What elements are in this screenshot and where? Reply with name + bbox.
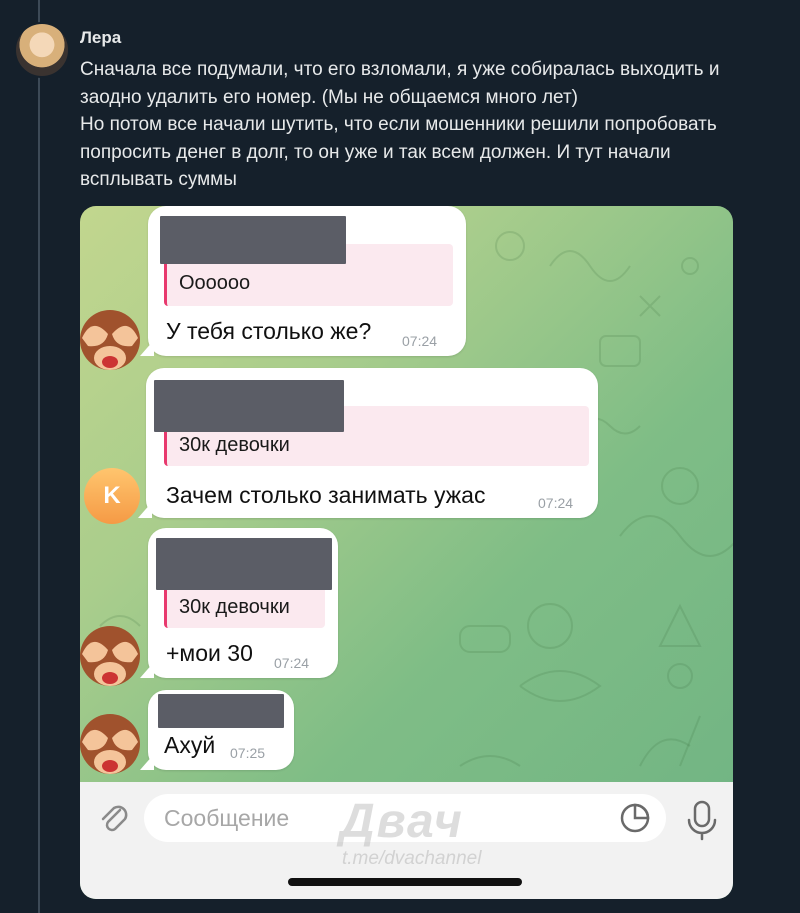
redacted-name [158,694,284,728]
author-avatar[interactable] [14,22,70,78]
redacted-name [156,538,332,590]
monkey-see-no-evil-avatar[interactable] [80,618,146,690]
message-text: +мои 30 [166,640,253,666]
monkey-see-no-evil-avatar[interactable] [80,302,146,374]
message-bubble[interactable]: Оооооо У тебя столько же? 07:24 [140,206,466,356]
author-name[interactable]: Лера [80,28,121,48]
microphone-icon[interactable] [684,798,720,842]
sticker-icon[interactable] [618,801,652,835]
redacted-name [160,216,346,264]
chat-screenshot: Оооооо У тебя столько же? 07:24 30к дево… [80,206,733,899]
message-placeholder: Сообщение [164,805,290,831]
post-line: всплывать суммы [80,169,237,190]
redacted-name [154,380,344,432]
post-line: Но потом все начали шутить, что если мош… [80,114,717,135]
message-time: 07:24 [402,333,438,349]
post-line: попросить денег в долг, то он уже и так … [80,141,671,163]
post-text: Сначала все подумали, что его взломали, … [80,56,780,194]
message-time: 07:24 [538,495,574,511]
home-indicator [288,878,522,886]
message-input-bar: Сообщение Двач t.me/dvachannel [80,782,733,899]
message-text: Зачем столько занимать ужас [166,482,486,508]
quote-text: 30к девочки [179,596,290,618]
watermark: Двач [340,795,464,848]
monkey-see-no-evil-avatar[interactable] [80,706,146,778]
message-bubble[interactable]: 30к девочки +мои 30 07:24 [140,528,338,678]
message-bubble[interactable]: Ахуй 07:25 [140,690,294,770]
message-text: У тебя столько же? [166,318,372,344]
thread-line [38,0,40,913]
message-time: 07:25 [230,745,266,761]
quote-text: 30к девочки [179,434,290,456]
paperclip-icon[interactable] [94,798,134,838]
quote-text: Оооооо [179,272,251,294]
post-line: заодно удалить его номер. (Мы не общаемс… [80,86,578,108]
user-avatar-k[interactable]: K [84,468,140,524]
watermark-url: t.me/dvachannel [342,848,482,869]
message-text: Ахуй [164,732,216,758]
message-time: 07:24 [274,655,310,671]
post-line: Сначала все подумали, что его взломали, … [80,59,720,80]
message-bubble[interactable]: 30к девочки Зачем столько занимать ужас … [138,368,598,518]
